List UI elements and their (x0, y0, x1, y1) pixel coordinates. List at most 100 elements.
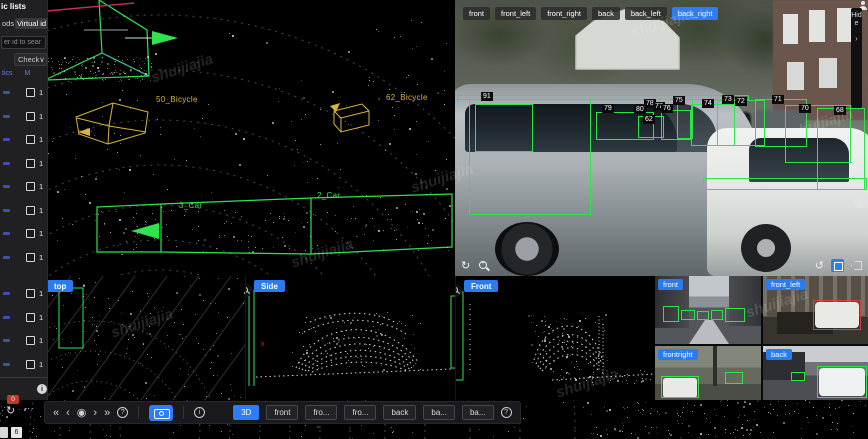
help-icon[interactable]: ? (117, 407, 128, 418)
hide-panel-button[interactable]: Hide › (851, 8, 862, 108)
view-button-front-right[interactable]: fro... (344, 405, 376, 420)
check-dropdown-label: Check (18, 55, 39, 64)
item-checkbox[interactable] (26, 88, 35, 97)
refresh-icon[interactable]: ↻ (461, 260, 470, 272)
bbox-id[interactable]: 75 (673, 96, 685, 105)
bbox-id[interactable]: 68 (834, 106, 846, 115)
view-button-back-left[interactable]: ba... (423, 405, 455, 420)
list-item[interactable]: 1 (0, 175, 48, 199)
object-list: 1 1 1 1 1 1 1 1 1 1 1 1 (0, 81, 48, 376)
sidebar-link-right[interactable]: M (25, 70, 31, 77)
tab-front[interactable]: front (463, 7, 490, 20)
list-item[interactable]: 1 (0, 105, 48, 129)
list-item[interactable]: 1 (0, 246, 48, 270)
list-item[interactable]: 1 (0, 222, 48, 246)
reset-icon[interactable]: ↻ (6, 404, 15, 417)
tab-back-right[interactable]: back_right (672, 7, 719, 20)
item-id-fragment (3, 363, 10, 366)
bbox[interactable] (475, 104, 533, 152)
last-frame-button[interactable]: » (104, 407, 110, 419)
tab-front-right[interactable]: front_right (541, 7, 587, 20)
item-checkbox[interactable] (26, 253, 35, 262)
annotation-app: 50_Bicycle 62_Bicycle 3_Car 2_Car ic lis… (0, 0, 868, 439)
item-checkbox[interactable] (26, 135, 35, 144)
bbox-id[interactable]: 76 (661, 104, 673, 113)
chevron-right-icon: › (855, 34, 858, 43)
top-view-grid (41, 276, 245, 400)
item-checkbox[interactable] (26, 206, 35, 215)
item-id-fragment (3, 162, 10, 165)
sidebar-tab-virtual-id[interactable]: Virtual id (15, 18, 48, 29)
item-checkbox[interactable] (26, 289, 35, 298)
item-checkbox[interactable] (26, 313, 35, 322)
help-icon[interactable]: ? (501, 407, 512, 418)
prev-frame-button[interactable]: ‹ (66, 407, 70, 419)
sidebar-tab-left[interactable]: ods (2, 19, 14, 28)
camera-image-panel[interactable]: 91 79 80 78 77 76 75 62 74 73 72 71 70 6… (455, 0, 868, 276)
list-item[interactable]: 1 (0, 128, 48, 152)
image-mode-icon[interactable] (831, 259, 844, 272)
view-button-back[interactable]: back (383, 405, 416, 420)
more-menu[interactable]: ... (24, 401, 35, 411)
bbox-id[interactable]: 91 (481, 92, 493, 101)
bbox-id[interactable]: 74 (702, 99, 714, 108)
top-view-panel[interactable]: top (40, 276, 245, 400)
list-item[interactable]: 1 (0, 152, 48, 176)
tag-icon[interactable] (851, 261, 862, 270)
thumb-front-left[interactable]: front_left (763, 276, 868, 344)
reset-view-icon[interactable]: ↺ (815, 260, 824, 272)
thumb-back[interactable]: back (763, 346, 868, 400)
side-view-panel[interactable]: x Side (245, 276, 455, 400)
zoom-in-icon[interactable]: + (478, 260, 489, 271)
item-checkbox[interactable] (26, 159, 35, 168)
window (819, 58, 837, 88)
list-item[interactable]: 1 (0, 81, 48, 105)
next-frame-button[interactable]: › (93, 407, 97, 419)
thumb-pole (713, 346, 717, 386)
divider (183, 406, 184, 419)
view-button-3d[interactable]: 3D (233, 405, 259, 420)
info-icon[interactable]: i (194, 407, 205, 418)
bbox-id[interactable]: 72 (735, 97, 747, 106)
list-item[interactable]: 1 (0, 329, 48, 353)
list-item[interactable]: 1 (0, 306, 48, 330)
chevron-down-icon: ∨ (39, 55, 45, 64)
thumb-front-right[interactable]: frontright (655, 346, 761, 400)
item-checkbox[interactable] (26, 360, 35, 369)
camera-toggle-button[interactable] (149, 405, 173, 421)
bbox-id[interactable]: 79 (602, 104, 614, 113)
bbox-id[interactable]: 73 (722, 95, 734, 104)
item-checkbox[interactable] (26, 229, 35, 238)
thumb-front[interactable]: front (655, 276, 761, 344)
notification-badge: 0 (7, 395, 19, 404)
sidebar-link-left[interactable]: tics (2, 70, 13, 77)
bbox[interactable] (703, 178, 867, 190)
tab-front-left[interactable]: front_left (495, 7, 536, 20)
view-button-front[interactable]: front (266, 405, 298, 420)
item-id-fragment (3, 209, 10, 212)
list-item[interactable]: 1 (0, 199, 48, 223)
item-count: 1 (39, 112, 43, 121)
item-checkbox[interactable] (26, 112, 35, 121)
item-count: 1 (39, 253, 43, 262)
top-view-label: top (54, 282, 66, 291)
check-dropdown[interactable]: Check ∨ (14, 53, 47, 66)
view-button-front-left[interactable]: fro... (305, 405, 337, 420)
first-frame-button[interactable]: « (53, 407, 59, 419)
item-id-fragment (3, 115, 10, 118)
tab-back-left[interactable]: back_left (625, 7, 667, 20)
bbox-id[interactable]: 70 (799, 104, 811, 113)
item-checkbox[interactable] (26, 336, 35, 345)
bbox-id[interactable]: 71 (772, 95, 784, 104)
play-button[interactable]: ◉ (77, 407, 87, 419)
tab-back[interactable]: back (592, 7, 620, 20)
front-view-panel[interactable]: Front (455, 276, 655, 400)
list-item[interactable]: 1 (0, 353, 48, 377)
minivan-wheel (495, 222, 559, 276)
id-search-input[interactable] (1, 36, 46, 49)
list-item[interactable]: 1 (0, 282, 48, 306)
playback-toolbar: « ‹ ◉ › » ? i 3D front fro... fro... bac… (44, 401, 521, 424)
item-checkbox[interactable] (26, 182, 35, 191)
view-button-back-right[interactable]: ba... (462, 405, 494, 420)
bbox-id[interactable]: 62 (643, 115, 655, 124)
